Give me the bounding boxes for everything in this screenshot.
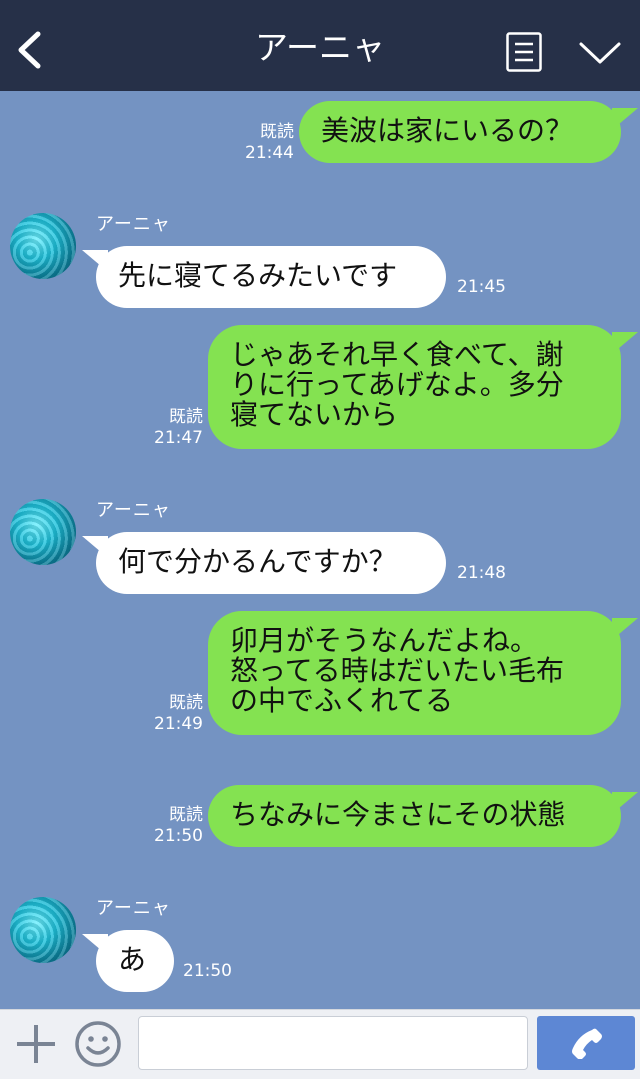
- smiley-icon[interactable]: [74, 1020, 122, 1068]
- avatar[interactable]: [10, 897, 76, 963]
- message-time: 21:45: [457, 277, 506, 297]
- message-time: 21:50: [154, 826, 203, 846]
- avatar[interactable]: [10, 499, 76, 565]
- message-time: 21:50: [183, 961, 232, 981]
- read-receipt: 既読: [169, 693, 203, 713]
- sender-name: アーニャ: [96, 500, 171, 521]
- bubble-tail: [612, 332, 638, 354]
- bubble-tail: [612, 618, 638, 640]
- menu-list-icon[interactable]: [506, 32, 542, 72]
- message-time: 21:44: [245, 143, 294, 163]
- message-meta: 既読 21:44: [236, 122, 294, 164]
- bubble-tail: [612, 792, 638, 814]
- received-message-bubble[interactable]: あ: [96, 930, 174, 992]
- read-receipt: 既読: [169, 407, 203, 427]
- message-meta: 既読 21:50: [145, 805, 203, 847]
- sender-name: アーニャ: [96, 214, 171, 235]
- sender-name: アーニャ: [96, 898, 171, 919]
- received-message-bubble[interactable]: 先に寝てるみたいです: [96, 246, 446, 308]
- received-message-bubble[interactable]: 何で分かるんですか？: [96, 532, 446, 594]
- sent-message-bubble[interactable]: ちなみに今まさにその状態: [208, 785, 621, 847]
- sent-message-bubble[interactable]: 美波は家にいるの？: [299, 101, 621, 163]
- read-receipt: 既読: [169, 805, 203, 825]
- message-time: 21:47: [154, 428, 203, 448]
- message-time: 21:48: [457, 563, 506, 583]
- avatar[interactable]: [10, 213, 76, 279]
- message-time: 21:49: [154, 714, 203, 734]
- message-meta: 既読 21:49: [145, 693, 203, 735]
- plus-icon[interactable]: [14, 1022, 58, 1066]
- chat-header: アーニャ: [0, 0, 640, 91]
- phone-icon: [572, 1028, 602, 1059]
- sent-message-bubble[interactable]: 卯月がそうなんだよね。 怒ってる時はだいたい毛布 の中でふくれてる: [208, 611, 621, 735]
- chat-title: アーニャ: [254, 28, 386, 67]
- sent-message-bubble[interactable]: じゃあそれ早く食べて、謝 りに行ってあげなよ。多分 寝てないから: [208, 325, 621, 449]
- message-input[interactable]: [138, 1016, 528, 1070]
- bubble-tail: [612, 108, 638, 130]
- read-receipt: 既読: [260, 122, 294, 142]
- chevron-down-icon[interactable]: [578, 40, 622, 68]
- call-button[interactable]: [537, 1016, 635, 1070]
- composer-bar: [0, 1009, 640, 1079]
- message-meta: 既読 21:47: [145, 407, 203, 449]
